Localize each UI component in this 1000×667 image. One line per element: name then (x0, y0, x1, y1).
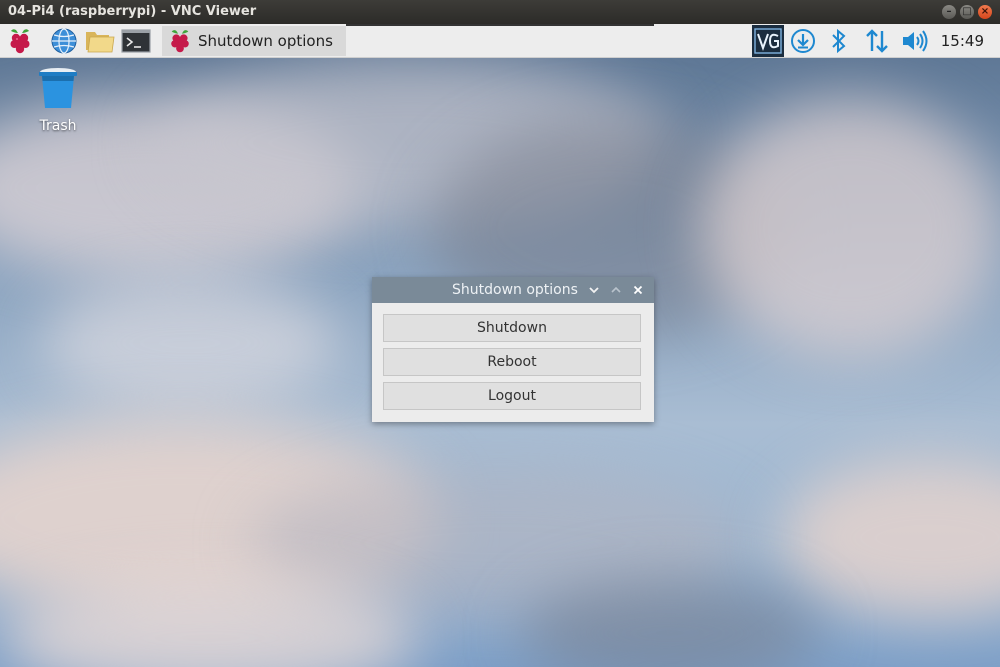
terminal-icon (121, 29, 151, 53)
terminal-button[interactable] (120, 26, 152, 56)
raspberry-icon (171, 30, 189, 53)
bluetooth-tray-button[interactable] (826, 26, 852, 56)
vnc-server-icon (754, 28, 782, 54)
clock[interactable]: 15:49 (941, 24, 984, 58)
taskbar-divider (346, 24, 654, 26)
web-browser-button[interactable] (48, 26, 80, 56)
volume-tray-button[interactable] (900, 26, 930, 56)
vnc-close-button[interactable]: × (978, 5, 992, 19)
download-updates-icon (791, 29, 815, 53)
dialog-title: Shutdown options (452, 282, 578, 298)
vnc-minimize-button[interactable]: – (942, 5, 956, 19)
vnc-window-titlebar: 04-Pi4 (raspberrypi) - VNC Viewer – □ × (0, 0, 1000, 24)
close-icon (633, 285, 643, 295)
taskbar-task-label: Shutdown options (198, 32, 333, 50)
file-manager-icon (86, 32, 115, 53)
network-tray-button[interactable] (862, 26, 892, 56)
dialog-maximize-button[interactable] (606, 277, 626, 303)
bluetooth-icon (832, 28, 846, 54)
vnc-window-title: 04-Pi4 (raspberrypi) - VNC Viewer (8, 4, 257, 19)
taskbar: Shutdown options 15:49 (0, 24, 1000, 58)
dialog-minimize-button[interactable] (584, 277, 604, 303)
trash-label: Trash (39, 118, 77, 134)
shutdown-button[interactable]: Shutdown (383, 314, 641, 342)
vnc-server-tray-button[interactable] (752, 25, 784, 57)
dialog-close-button[interactable] (628, 277, 648, 303)
reboot-button[interactable]: Reboot (383, 348, 641, 376)
web-browser-icon (51, 28, 77, 54)
dialog-titlebar[interactable]: Shutdown options (372, 277, 654, 303)
taskbar-task-shutdown-options[interactable]: Shutdown options (162, 26, 346, 56)
logout-button[interactable]: Logout (383, 382, 641, 410)
chevron-down-icon (589, 287, 599, 294)
chevron-up-icon (611, 286, 621, 293)
raspberry-menu-button[interactable] (4, 26, 36, 56)
raspberry-menu-icon (10, 29, 30, 54)
trash-icon (39, 68, 77, 108)
updates-tray-button[interactable] (788, 26, 818, 56)
vnc-maximize-button[interactable]: □ (960, 5, 974, 19)
vnc-window-controls: – □ × (942, 5, 992, 19)
file-manager-button[interactable] (84, 26, 116, 56)
desktop-icon-trash[interactable]: Trash (32, 66, 84, 134)
shutdown-options-dialog: Shutdown options Shutdown Reboot Logout (372, 277, 654, 422)
volume-icon (903, 30, 928, 52)
network-arrows-icon (866, 29, 888, 53)
